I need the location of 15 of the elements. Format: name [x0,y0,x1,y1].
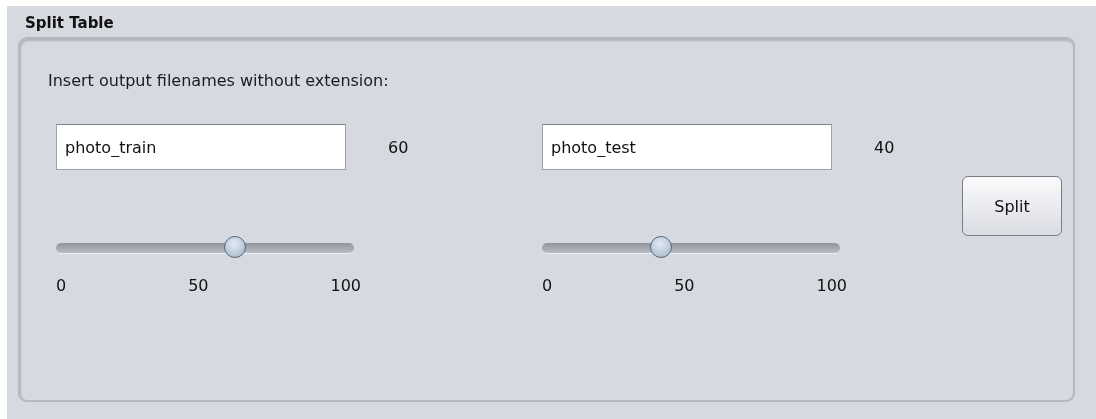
slider-thumb[interactable] [223,236,246,258]
filename-field[interactable]: photo_test [542,124,832,170]
slider-thumb[interactable] [650,236,673,258]
tick-label: 100 [330,276,361,295]
filename-field[interactable]: photo_train [56,124,346,170]
tick-label: 50 [674,276,695,295]
percent-label: 40 [874,137,895,157]
group-title: Split Table [24,13,115,34]
tick-label: 0 [56,276,67,295]
tick-label: 0 [542,276,553,295]
instruction-label: Insert output filenames without extension: [48,71,390,90]
tick-label: 100 [816,276,847,295]
split-button[interactable]: Split [962,176,1062,236]
tick-label: 50 [188,276,209,295]
percent-label: 60 [388,137,409,157]
